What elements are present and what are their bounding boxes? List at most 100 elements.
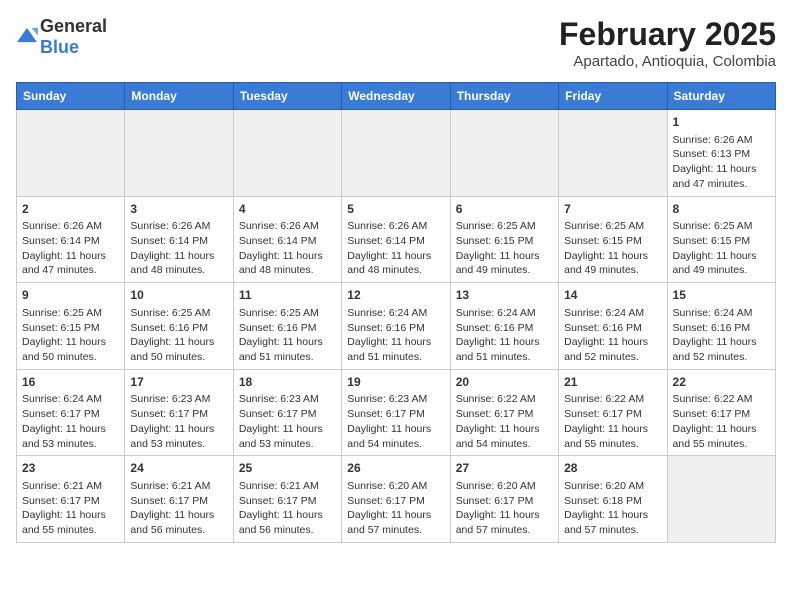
calendar-cell: 24Sunrise: 6:21 AMSunset: 6:17 PMDayligh… bbox=[125, 456, 233, 543]
logo: General Blue bbox=[16, 16, 107, 58]
calendar-week-row: 1 Sunrise: 6:26 AMSunset: 6:13 PMDaylight… bbox=[17, 110, 776, 197]
calendar-cell: 7Sunrise: 6:25 AMSunset: 6:15 PMDaylight… bbox=[559, 196, 667, 283]
calendar-cell: 19Sunrise: 6:23 AMSunset: 6:17 PMDayligh… bbox=[342, 369, 450, 456]
calendar-cell bbox=[450, 110, 558, 197]
day-info: Sunset: 6:17 PM bbox=[673, 407, 770, 422]
page-header: General Blue February 2025 Apartado, Ant… bbox=[16, 16, 776, 70]
day-info: Sunrise: 6:26 AM bbox=[22, 219, 119, 234]
calendar-cell: 27Sunrise: 6:20 AMSunset: 6:17 PMDayligh… bbox=[450, 456, 558, 543]
day-number: 19 bbox=[347, 374, 444, 391]
calendar-cell: 1 Sunrise: 6:26 AMSunset: 6:13 PMDaylight… bbox=[667, 110, 775, 197]
calendar-cell: 22Sunrise: 6:22 AMSunset: 6:17 PMDayligh… bbox=[667, 369, 775, 456]
day-info: Sunrise: 6:21 AM bbox=[239, 479, 336, 494]
day-info: Sunset: 6:17 PM bbox=[347, 407, 444, 422]
day-number: 16 bbox=[22, 374, 119, 391]
day-info: Daylight: 11 hours and 54 minutes. bbox=[456, 422, 553, 451]
day-info: Daylight: 11 hours and 50 minutes. bbox=[130, 335, 227, 364]
calendar-cell bbox=[17, 110, 125, 197]
calendar-cell: 2Sunrise: 6:26 AMSunset: 6:14 PMDaylight… bbox=[17, 196, 125, 283]
day-info: Sunset: 6:15 PM bbox=[673, 234, 770, 249]
day-info: Daylight: 11 hours and 56 minutes. bbox=[130, 508, 227, 537]
day-number: 1 bbox=[673, 114, 770, 131]
day-info: Sunrise: 6:20 AM bbox=[347, 479, 444, 494]
day-number: 17 bbox=[130, 374, 227, 391]
day-info: Sunset: 6:17 PM bbox=[239, 407, 336, 422]
day-info: Daylight: 11 hours and 48 minutes. bbox=[347, 249, 444, 278]
day-info: Sunrise: 6:21 AM bbox=[22, 479, 119, 494]
day-info: Sunset: 6:14 PM bbox=[347, 234, 444, 249]
day-number: 20 bbox=[456, 374, 553, 391]
day-info: Sunrise: 6:26 AM bbox=[673, 133, 770, 148]
day-info: Sunset: 6:17 PM bbox=[130, 407, 227, 422]
day-number: 9 bbox=[22, 287, 119, 304]
day-info: Sunrise: 6:21 AM bbox=[130, 479, 227, 494]
day-info: Daylight: 11 hours and 55 minutes. bbox=[673, 422, 770, 451]
day-number: 21 bbox=[564, 374, 661, 391]
day-info: Sunset: 6:13 PM bbox=[673, 147, 770, 162]
day-info: Sunset: 6:14 PM bbox=[130, 234, 227, 249]
calendar-table: SundayMondayTuesdayWednesdayThursdayFrid… bbox=[16, 82, 776, 543]
calendar-cell: 10Sunrise: 6:25 AMSunset: 6:16 PMDayligh… bbox=[125, 283, 233, 370]
day-number: 11 bbox=[239, 287, 336, 304]
day-info: Daylight: 11 hours and 53 minutes. bbox=[130, 422, 227, 451]
day-number: 4 bbox=[239, 201, 336, 218]
day-number: 8 bbox=[673, 201, 770, 218]
day-info: Daylight: 11 hours and 53 minutes. bbox=[239, 422, 336, 451]
calendar-cell: 6Sunrise: 6:25 AMSunset: 6:15 PMDaylight… bbox=[450, 196, 558, 283]
day-info: Sunrise: 6:24 AM bbox=[673, 306, 770, 321]
day-info: Sunset: 6:17 PM bbox=[22, 407, 119, 422]
day-info: Sunset: 6:16 PM bbox=[239, 321, 336, 336]
day-number: 18 bbox=[239, 374, 336, 391]
day-info: Sunset: 6:17 PM bbox=[130, 494, 227, 509]
calendar-cell: 5Sunrise: 6:26 AMSunset: 6:14 PMDaylight… bbox=[342, 196, 450, 283]
location-subtitle: Apartado, Antioquia, Colombia bbox=[559, 53, 776, 70]
day-info: Sunset: 6:16 PM bbox=[130, 321, 227, 336]
column-header-sunday: Sunday bbox=[17, 83, 125, 110]
day-number: 6 bbox=[456, 201, 553, 218]
day-info: Sunset: 6:17 PM bbox=[22, 494, 119, 509]
day-info: Sunrise: 6:24 AM bbox=[564, 306, 661, 321]
month-year-title: February 2025 bbox=[559, 16, 776, 53]
day-number: 5 bbox=[347, 201, 444, 218]
day-info: Daylight: 11 hours and 55 minutes. bbox=[564, 422, 661, 451]
calendar-cell: 4Sunrise: 6:26 AMSunset: 6:14 PMDaylight… bbox=[233, 196, 341, 283]
day-info: Sunrise: 6:24 AM bbox=[22, 392, 119, 407]
calendar-cell: 3Sunrise: 6:26 AMSunset: 6:14 PMDaylight… bbox=[125, 196, 233, 283]
day-number: 22 bbox=[673, 374, 770, 391]
day-info: Sunrise: 6:25 AM bbox=[239, 306, 336, 321]
day-number: 7 bbox=[564, 201, 661, 218]
calendar-cell bbox=[342, 110, 450, 197]
calendar-week-row: 23Sunrise: 6:21 AMSunset: 6:17 PMDayligh… bbox=[17, 456, 776, 543]
calendar-cell: 14Sunrise: 6:24 AMSunset: 6:16 PMDayligh… bbox=[559, 283, 667, 370]
column-header-tuesday: Tuesday bbox=[233, 83, 341, 110]
day-info: Daylight: 11 hours and 49 minutes. bbox=[456, 249, 553, 278]
day-number: 12 bbox=[347, 287, 444, 304]
day-number: 13 bbox=[456, 287, 553, 304]
day-info: Sunrise: 6:25 AM bbox=[673, 219, 770, 234]
day-info: Sunrise: 6:23 AM bbox=[130, 392, 227, 407]
day-info: Sunrise: 6:26 AM bbox=[130, 219, 227, 234]
day-info: Daylight: 11 hours and 56 minutes. bbox=[239, 508, 336, 537]
day-info: Daylight: 11 hours and 47 minutes. bbox=[673, 162, 770, 191]
day-info: Daylight: 11 hours and 51 minutes. bbox=[347, 335, 444, 364]
calendar-header-row: SundayMondayTuesdayWednesdayThursdayFrid… bbox=[17, 83, 776, 110]
calendar-cell: 18Sunrise: 6:23 AMSunset: 6:17 PMDayligh… bbox=[233, 369, 341, 456]
day-info: Daylight: 11 hours and 54 minutes. bbox=[347, 422, 444, 451]
day-info: Daylight: 11 hours and 48 minutes. bbox=[239, 249, 336, 278]
day-info: Sunset: 6:15 PM bbox=[22, 321, 119, 336]
day-number: 10 bbox=[130, 287, 227, 304]
day-number: 27 bbox=[456, 460, 553, 477]
calendar-cell bbox=[559, 110, 667, 197]
day-info: Daylight: 11 hours and 57 minutes. bbox=[564, 508, 661, 537]
day-info: Sunset: 6:16 PM bbox=[673, 321, 770, 336]
calendar-cell: 16Sunrise: 6:24 AMSunset: 6:17 PMDayligh… bbox=[17, 369, 125, 456]
day-number: 25 bbox=[239, 460, 336, 477]
day-info: Sunrise: 6:24 AM bbox=[456, 306, 553, 321]
day-info: Sunset: 6:17 PM bbox=[347, 494, 444, 509]
day-info: Sunset: 6:15 PM bbox=[564, 234, 661, 249]
calendar-cell bbox=[233, 110, 341, 197]
calendar-cell: 11Sunrise: 6:25 AMSunset: 6:16 PMDayligh… bbox=[233, 283, 341, 370]
column-header-thursday: Thursday bbox=[450, 83, 558, 110]
day-info: Daylight: 11 hours and 51 minutes. bbox=[456, 335, 553, 364]
calendar-cell: 23Sunrise: 6:21 AMSunset: 6:17 PMDayligh… bbox=[17, 456, 125, 543]
